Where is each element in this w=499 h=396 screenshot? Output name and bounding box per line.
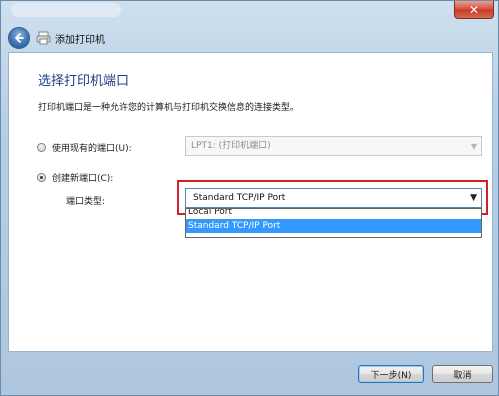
create-new-port-option[interactable]: 创建新端口(C): xyxy=(37,170,113,184)
title-bar: ✕ xyxy=(1,1,498,25)
create-new-port-radio[interactable] xyxy=(37,172,46,182)
wizard-content: 选择打印机端口 打印机端口是一种允许您的计算机与打印机交换信息的连接类型。 使用… xyxy=(8,52,493,352)
port-type-label: 端口类型: xyxy=(66,197,106,207)
page-title: 选择打印机端口 xyxy=(38,74,130,89)
existing-port-select: LPT1: (打印机端口) ▼ xyxy=(185,136,482,156)
blurred-window-title xyxy=(11,3,121,17)
page-description: 打印机端口是一种允许您的计算机与打印机交换信息的连接类型。 xyxy=(38,103,300,113)
back-arrow-icon xyxy=(15,33,24,43)
dropdown-option-local-port[interactable]: Local Port xyxy=(186,209,481,219)
use-existing-port-option[interactable]: 使用现有的端口(U): xyxy=(37,140,132,154)
wizard-navigation-bar: 添加打印机 xyxy=(1,25,498,52)
use-existing-port-radio[interactable] xyxy=(37,142,46,152)
window-title: 添加打印机 xyxy=(55,35,105,46)
printer-icon xyxy=(36,31,51,45)
dropdown-option-standard-tcp-ip-port[interactable]: Standard TCP/IP Port xyxy=(186,219,481,233)
existing-port-value: LPT1: (打印机端口) xyxy=(191,141,271,151)
next-button[interactable]: 下一步(N) xyxy=(358,365,424,383)
back-button[interactable] xyxy=(8,27,30,49)
close-icon: ✕ xyxy=(468,2,480,17)
chevron-down-icon[interactable]: ▼ xyxy=(470,189,477,207)
port-type-select[interactable]: Standard TCP/IP Port ▼ xyxy=(185,188,482,208)
close-button[interactable]: ✕ xyxy=(454,1,494,19)
create-new-port-label: 创建新端口(C): xyxy=(52,173,114,184)
cancel-button[interactable]: 取消 xyxy=(432,365,493,383)
chevron-down-icon: ▼ xyxy=(470,142,477,151)
use-existing-port-label: 使用现有的端口(U): xyxy=(52,143,132,154)
port-type-value: Standard TCP/IP Port xyxy=(193,193,286,203)
port-type-dropdown-list[interactable]: Local Port Standard TCP/IP Port xyxy=(185,208,482,238)
add-printer-window: ✕ 添加打印机 选择打印机端口 打印机端口是一种允许您的计算机与打印机交换信息的… xyxy=(0,0,499,396)
